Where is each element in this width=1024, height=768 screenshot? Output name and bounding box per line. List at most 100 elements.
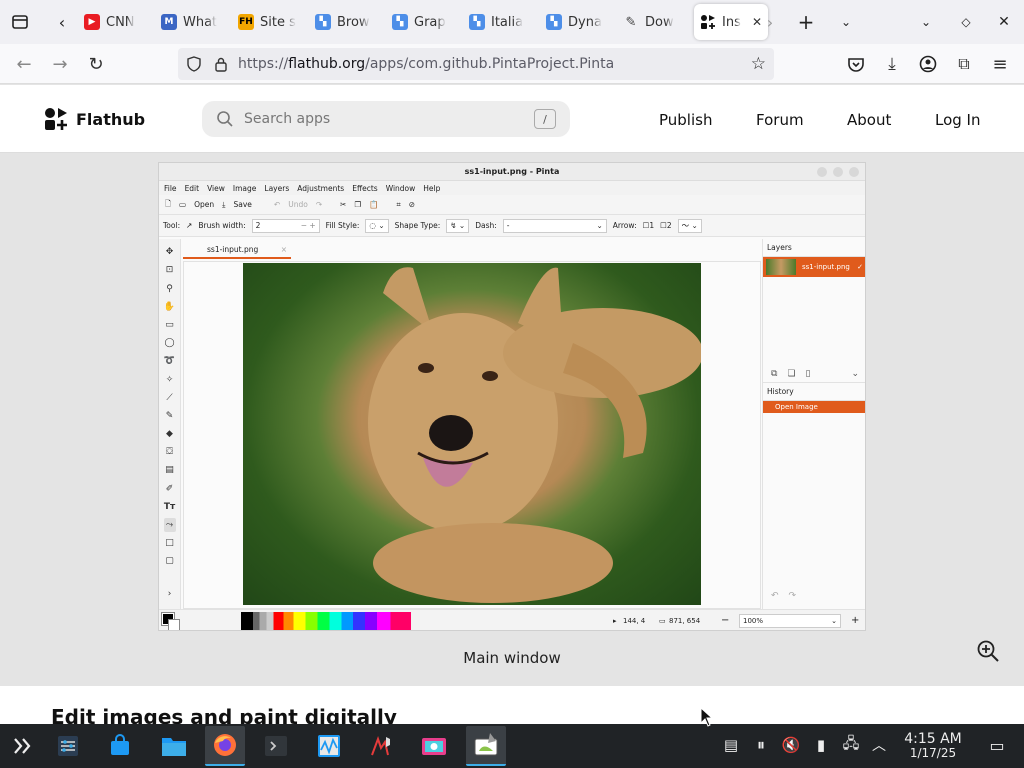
- tab-dyna[interactable]: ▚ Dyna: [540, 4, 616, 40]
- account-button[interactable]: [914, 50, 942, 78]
- digital-clock[interactable]: 4:15 AM 1/17/25: [896, 732, 970, 759]
- bookmark-star-icon[interactable]: ☆: [751, 54, 766, 74]
- zoom-in-icon: +: [851, 615, 860, 626]
- lock-icon: [215, 57, 227, 72]
- terminal-icon: [265, 736, 287, 756]
- list-all-tabs-button[interactable]: ⌄: [828, 4, 864, 40]
- nav-login-link[interactable]: Log In: [935, 111, 981, 129]
- url-bar[interactable]: https://flathub.org/apps/com.github.Pint…: [178, 48, 774, 80]
- dash-field: - ⌄: [502, 218, 607, 233]
- chevron-up-icon: ︿: [872, 738, 886, 754]
- zoom-in-icon: [977, 640, 999, 662]
- tab-dow[interactable]: ✎ Dow: [617, 4, 693, 40]
- paint-bucket-icon: ⛋: [166, 447, 173, 458]
- chevron-right-icon: ›: [766, 12, 774, 32]
- pinta-side-panel: Layers ss1-input.png ✓ ⧉ ❏ ▯ ⌄ History O…: [762, 239, 865, 609]
- window-maximize-button[interactable]: ◇: [948, 4, 984, 40]
- color-picker-icon: ✐: [165, 483, 174, 494]
- tab-label: Ins: [722, 14, 741, 30]
- flathub-logo[interactable]: Flathub: [44, 107, 145, 131]
- tab-grap[interactable]: ▚ Grap: [386, 4, 462, 40]
- folder-icon: [162, 738, 186, 756]
- account-icon: [919, 55, 937, 73]
- task-system-settings[interactable]: [48, 726, 88, 766]
- task-screenshot-tool[interactable]: [414, 726, 454, 766]
- tray-network[interactable]: 🖧: [840, 734, 862, 756]
- search-input[interactable]: [244, 111, 514, 127]
- grid-icon: ▚: [315, 14, 331, 30]
- cursor-position: 144, 4: [623, 616, 646, 625]
- line-curve-tool-icon: ⤳: [163, 517, 176, 533]
- task-firefox[interactable]: [205, 726, 245, 766]
- app-menu-button[interactable]: ≡: [986, 50, 1014, 78]
- search-box[interactable]: /: [202, 101, 570, 137]
- paintbrush-icon: ⟋: [166, 392, 173, 403]
- tab-italia[interactable]: ▚ Italia: [463, 4, 539, 40]
- app-launcher-button[interactable]: [2, 726, 42, 766]
- arrow-2-checkbox: ☐2: [660, 221, 672, 230]
- layers-panel-title: Layers: [763, 239, 865, 257]
- show-desktop-button[interactable]: ▭: [986, 734, 1008, 756]
- add-layer-icon: ⧉: [771, 368, 778, 379]
- flathub-header: Flathub / Publish Forum About Log In: [0, 85, 1024, 153]
- tab-what[interactable]: M What: [155, 4, 231, 40]
- task-discover[interactable]: [100, 726, 140, 766]
- tray-clipboard[interactable]: ▤: [720, 734, 742, 756]
- flathub-logo-icon: [45, 108, 67, 130]
- task-pinta[interactable]: [466, 726, 506, 766]
- task-file-manager[interactable]: [154, 726, 194, 766]
- task-terminal[interactable]: [256, 726, 296, 766]
- tab-site[interactable]: FH Site s: [232, 4, 308, 40]
- window-minimize-button[interactable]: ⌄: [908, 4, 944, 40]
- new-file-icon: 🗋: [165, 199, 172, 208]
- tab-brow[interactable]: ▚ Brow: [309, 4, 385, 40]
- app-screenshot-pinta[interactable]: ss1-input.png - Pinta File Edit View Ima…: [158, 162, 866, 631]
- nav-about-link[interactable]: About: [847, 111, 891, 129]
- zoom-level-field: 100% ⌄: [739, 614, 841, 628]
- scroll-tabs-left-button[interactable]: ‹: [44, 4, 80, 40]
- task-system-monitor[interactable]: [309, 726, 349, 766]
- tray-storage[interactable]: ▮: [810, 734, 832, 756]
- nav-forum-link[interactable]: Forum: [756, 111, 804, 129]
- menu-help: Help: [423, 183, 441, 193]
- scroll-tabs-right-button[interactable]: ›: [752, 4, 788, 40]
- task-audio-app[interactable]: [362, 726, 402, 766]
- app-description-section: Edit images and paint digitally: [0, 686, 1024, 729]
- dog-illustration: [368, 267, 701, 603]
- downloads-button[interactable]: ⤓: [878, 50, 906, 78]
- extensions-button[interactable]: ⧉: [950, 50, 978, 78]
- menu-window: Window: [385, 183, 416, 193]
- new-tab-button[interactable]: +: [788, 4, 824, 40]
- move-selected-icon: ⊡: [165, 265, 174, 276]
- url-text[interactable]: https://flathub.org/apps/com.github.Pint…: [238, 56, 614, 72]
- forward-button[interactable]: →: [46, 50, 74, 78]
- undo-icon: ↶: [273, 200, 281, 209]
- fill-style-label: Fill Style:: [325, 221, 360, 230]
- reload-button[interactable]: ↻: [82, 50, 110, 78]
- network-wired-icon: 🖧: [842, 733, 860, 752]
- pinta-tool-options: Tool: ↗ Brush width: 2− + Fill Style: ◌ …: [159, 215, 865, 237]
- copy-icon: ❐: [354, 200, 362, 209]
- nav-publish-link[interactable]: Publish: [659, 111, 712, 129]
- mouse-pointer-icon: [700, 707, 714, 727]
- back-button[interactable]: ←: [10, 50, 38, 78]
- tab-overview-button[interactable]: [2, 4, 38, 40]
- tray-expand[interactable]: ︿: [868, 734, 890, 756]
- tab-cnn[interactable]: ▶ CNN: [78, 4, 154, 40]
- show-desktop-icon: ▭: [989, 735, 1005, 755]
- fh-icon: FH: [238, 14, 254, 30]
- menu-image: Image: [232, 183, 257, 193]
- pencil-icon: ✎: [165, 410, 174, 421]
- tab-label: Grap: [414, 14, 446, 30]
- zoom-screenshot-button[interactable]: [976, 639, 1000, 663]
- crop-icon: ⌗: [396, 199, 401, 209]
- window-close-button[interactable]: ✕: [986, 4, 1022, 40]
- selection-size: 871, 654: [669, 616, 701, 625]
- grid-icon: ▚: [392, 14, 408, 30]
- duplicate-layer-icon: ❏: [787, 368, 796, 379]
- tray-media-player[interactable]: ⏸: [750, 734, 772, 756]
- save-label: Save: [233, 200, 252, 209]
- tray-volume[interactable]: 🔇: [780, 734, 802, 756]
- pocket-button[interactable]: [842, 50, 870, 78]
- history-panel-title: History: [763, 383, 865, 401]
